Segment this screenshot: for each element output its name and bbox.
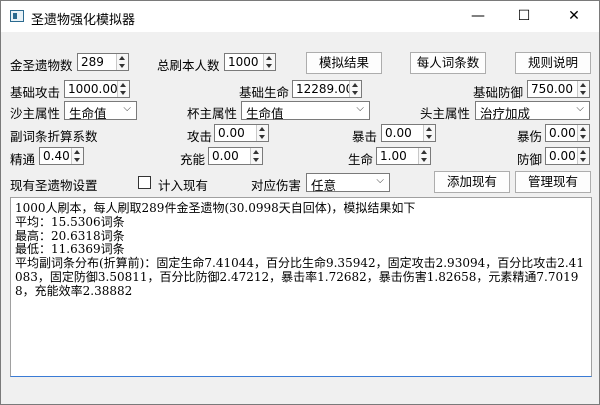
goblet-main-stat-value: 生命值 [246, 106, 284, 121]
base-hp-value: 12289.00 [296, 82, 354, 96]
samples-label: 总刷本人数 [157, 58, 220, 73]
samples-spinbox[interactable]: 1000 [224, 53, 276, 71]
atk-factor-spinbox[interactable]: 0.00 [214, 124, 269, 142]
result-line: 最高：20.6318词条 [15, 228, 125, 243]
er-factor-value: 0.00 [212, 149, 239, 163]
def-factor-spinbox[interactable]: 0.00 [545, 147, 590, 165]
spin-arrows-icon[interactable] [250, 148, 262, 164]
result-line: 1000人刷本，每人刷取289件金圣遗物(30.0998天自回体)，模拟结果如下 [15, 201, 416, 215]
er-factor-spinbox[interactable]: 0.00 [208, 147, 263, 165]
spin-arrows-icon[interactable] [577, 125, 589, 141]
atk-factor-label: 攻击 [187, 129, 213, 144]
crit-dmg-factor-spinbox[interactable]: 0.00 [545, 124, 590, 142]
app-icon [10, 10, 24, 22]
hp-factor-label: 生命 [348, 152, 374, 167]
window-title: 圣遗物强化模拟器 [31, 13, 136, 28]
manage-existing-button[interactable]: 管理现有 [515, 171, 591, 193]
include-existing-label: 计入现有 [158, 178, 209, 193]
substat-factor-label: 副词条折算系数 [10, 129, 98, 144]
base-hp-label: 基础生命 [239, 85, 290, 100]
include-existing-checkbox[interactable] [138, 176, 151, 189]
per-person-substats-button[interactable]: 每人词条数 [410, 52, 486, 74]
em-factor-label: 精通 [10, 152, 36, 167]
damage-type-value: 任意 [311, 178, 337, 193]
er-factor-label: 充能 [180, 152, 206, 167]
atk-factor-value: 0.00 [218, 126, 245, 140]
crit-rate-factor-label: 暴击 [352, 129, 378, 144]
chevron-down-icon: ⌵ [376, 175, 384, 186]
spin-arrows-icon[interactable] [117, 81, 129, 97]
hp-factor-value: 1.00 [380, 149, 407, 163]
circlet-main-stat-value: 治疗加成 [480, 106, 531, 121]
base-def-label: 基础防御 [473, 85, 524, 100]
spin-arrows-icon[interactable] [418, 148, 430, 164]
result-output-textarea[interactable]: 1000人刷本，每人刷取289件金圣遗物(30.0998天自回体)，模拟结果如下… [10, 197, 592, 377]
artifact-count-spinbox[interactable]: 289 [77, 53, 129, 71]
def-factor-value: 0.00 [549, 149, 576, 163]
goblet-main-stat-label: 杯主属性 [187, 106, 238, 121]
app-window: 圣遗物强化模拟器 — ☐ ✕ 金圣遗物数 289 总刷本人数 1000 模拟结果… [0, 0, 600, 405]
circlet-main-stat-label: 头主属性 [420, 106, 471, 121]
crit-dmg-factor-value: 0.00 [549, 126, 576, 140]
result-line: 平均副词条分布(折算前)：固定生命7.41044，百分比生命9.35942，固定… [15, 256, 584, 298]
sands-main-stat-select[interactable]: 生命值 ⌵ [64, 101, 137, 121]
artifact-count-value: 289 [81, 55, 104, 69]
damage-type-label: 对应伤害 [251, 178, 302, 193]
spin-arrows-icon[interactable] [577, 81, 589, 97]
damage-type-select[interactable]: 任意 ⌵ [306, 173, 390, 193]
simulate-button[interactable]: 模拟结果 [306, 52, 382, 74]
base-def-spinbox[interactable]: 750.00 [527, 80, 590, 98]
base-atk-spinbox[interactable]: 1000.00 [64, 80, 130, 98]
existing-artifacts-label: 现有圣遗物设置 [10, 178, 98, 193]
base-hp-spinbox[interactable]: 12289.00 [292, 80, 362, 98]
result-line: 平均：15.5306词条 [15, 214, 125, 229]
spin-arrows-icon[interactable] [256, 125, 268, 141]
spin-arrows-icon[interactable] [577, 148, 589, 164]
samples-value: 1000 [228, 55, 259, 69]
add-existing-button[interactable]: 添加现有 [434, 171, 510, 193]
crit-rate-factor-spinbox[interactable]: 0.00 [381, 124, 436, 142]
base-atk-value: 1000.00 [68, 82, 118, 96]
def-factor-label: 防御 [517, 152, 543, 167]
sands-main-stat-label: 沙主属性 [10, 106, 61, 121]
goblet-main-stat-select[interactable]: 生命值 ⌵ [241, 101, 370, 121]
base-def-value: 750.00 [531, 82, 573, 96]
rules-button[interactable]: 规则说明 [515, 52, 591, 74]
chevron-down-icon: ⌵ [123, 103, 131, 114]
minimize-button[interactable]: — [455, 1, 501, 32]
chevron-down-icon: ⌵ [576, 103, 584, 114]
hp-factor-spinbox[interactable]: 1.00 [376, 147, 431, 165]
circlet-main-stat-select[interactable]: 治疗加成 ⌵ [475, 101, 590, 121]
spin-arrows-icon[interactable] [71, 148, 83, 164]
em-factor-value: 0.40 [43, 149, 70, 163]
em-factor-spinbox[interactable]: 0.40 [39, 147, 84, 165]
chevron-down-icon: ⌵ [356, 103, 364, 114]
spin-arrows-icon[interactable] [263, 54, 275, 70]
spin-arrows-icon[interactable] [116, 54, 128, 70]
result-text: 1000人刷本，每人刷取289件金圣遗物(30.0998天自回体)，模拟结果如下… [15, 201, 585, 299]
spin-arrows-icon[interactable] [423, 125, 435, 141]
maximize-button[interactable]: ☐ [501, 1, 547, 32]
title-bar: 圣遗物强化模拟器 — ☐ ✕ [1, 1, 599, 32]
artifact-count-label: 金圣遗物数 [10, 58, 73, 73]
crit-rate-factor-value: 0.00 [385, 126, 412, 140]
close-button[interactable]: ✕ [551, 1, 597, 32]
crit-dmg-factor-label: 暴伤 [517, 129, 543, 144]
spin-arrows-icon[interactable] [349, 81, 361, 97]
sands-main-stat-value: 生命值 [69, 106, 107, 121]
base-atk-label: 基础攻击 [10, 85, 61, 100]
